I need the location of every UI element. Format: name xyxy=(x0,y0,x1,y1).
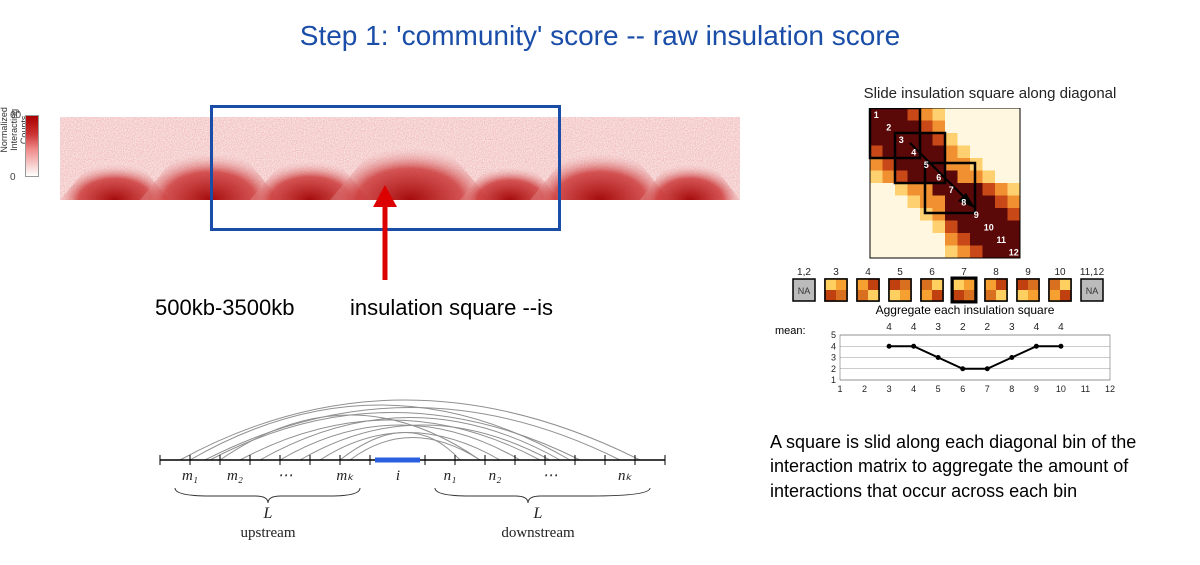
range-label: 500kb-3500kb xyxy=(155,295,294,321)
colorbar xyxy=(25,115,39,177)
mean-chart: 44322344 54321 123456789101112 xyxy=(815,320,1120,410)
svg-text:11,12: 11,12 xyxy=(1080,267,1105,278)
svg-text:7: 7 xyxy=(961,267,967,278)
svg-text:4: 4 xyxy=(865,267,871,278)
svg-text:7: 7 xyxy=(985,384,990,394)
svg-text:6: 6 xyxy=(929,267,935,278)
svg-text:10: 10 xyxy=(1056,384,1066,394)
svg-text:8: 8 xyxy=(993,267,999,278)
svg-text:1: 1 xyxy=(837,384,842,394)
arc-L-right: L xyxy=(533,505,543,522)
svg-text:9: 9 xyxy=(1034,384,1039,394)
arc-lbl-m2: m₂ xyxy=(227,468,243,484)
svg-text:4: 4 xyxy=(911,384,916,394)
arc-L-left: L xyxy=(263,505,273,522)
svg-text:1: 1 xyxy=(874,110,879,120)
svg-text:6: 6 xyxy=(936,173,941,183)
svg-text:5: 5 xyxy=(936,384,941,394)
mean-label: mean: xyxy=(775,325,806,337)
insulation-matrix: 123456789101112 xyxy=(830,108,1060,263)
arc-lbl-m1: m₁ xyxy=(182,468,198,484)
svg-text:10: 10 xyxy=(984,223,994,233)
svg-text:3: 3 xyxy=(1009,322,1015,333)
svg-text:5: 5 xyxy=(831,330,836,340)
svg-text:12: 12 xyxy=(1009,248,1019,258)
slide-title: Step 1: 'community' score -- raw insulat… xyxy=(0,20,1200,52)
svg-text:4: 4 xyxy=(1058,322,1064,333)
agg-subtitle: Aggregate each insulation square xyxy=(800,303,1130,317)
svg-text:8: 8 xyxy=(1009,384,1014,394)
arc-upstream: upstream xyxy=(241,525,296,540)
svg-text:5: 5 xyxy=(924,160,929,170)
arcs-diagram: m₁ m₂ ⋯ mₖ i n₁ n₂ ⋯ nₖ L L upstream dow… xyxy=(150,370,710,540)
svg-text:3: 3 xyxy=(831,353,836,363)
arc-lbl-n1: n₁ xyxy=(444,468,457,484)
svg-text:10: 10 xyxy=(1054,267,1066,278)
svg-text:2: 2 xyxy=(831,364,836,374)
arc-lbl-mk: mₖ xyxy=(336,468,354,484)
svg-text:3: 3 xyxy=(899,135,904,145)
svg-text:11: 11 xyxy=(1081,384,1090,394)
svg-text:4: 4 xyxy=(911,322,917,333)
arc-lbl-nk: nₖ xyxy=(618,468,633,484)
arc-lbl-mdots: ⋯ xyxy=(278,468,293,484)
svg-text:1,2: 1,2 xyxy=(797,267,811,278)
svg-text:NA: NA xyxy=(1086,286,1099,296)
arc-downstream: downstream xyxy=(501,525,575,540)
svg-text:3: 3 xyxy=(935,322,941,333)
svg-text:8: 8 xyxy=(961,198,966,208)
arc-lbl-n2: n₂ xyxy=(489,468,502,484)
svg-text:2: 2 xyxy=(862,384,867,394)
colorbar-max: 60 xyxy=(10,110,21,121)
svg-text:5: 5 xyxy=(897,267,903,278)
svg-text:12: 12 xyxy=(1105,384,1115,394)
colorbar-min: 0 xyxy=(10,172,16,183)
arc-lbl-i: i xyxy=(396,468,400,484)
svg-text:2: 2 xyxy=(886,123,891,133)
svg-text:11: 11 xyxy=(996,235,1006,245)
svg-text:3: 3 xyxy=(887,384,892,394)
agg-labels-row: 1,2 3 4 5 6 7 8 9 10 11,12 NA NA xyxy=(775,265,1130,308)
svg-text:9: 9 xyxy=(974,210,979,220)
svg-text:3: 3 xyxy=(833,267,839,278)
arc-lbl-ndots: ⋯ xyxy=(543,468,558,484)
insulation-square-label: insulation square --is xyxy=(350,295,553,321)
svg-text:1: 1 xyxy=(831,375,836,385)
svg-text:4: 4 xyxy=(886,322,892,333)
description-text: A square is slid along each diagonal bin… xyxy=(770,430,1190,503)
svg-text:NA: NA xyxy=(798,286,811,296)
slide-square-title: Slide insulation square along diagonal xyxy=(800,85,1180,102)
insulation-arrow-icon xyxy=(370,185,400,285)
svg-text:4: 4 xyxy=(1034,322,1040,333)
svg-text:2: 2 xyxy=(984,322,990,333)
svg-text:4: 4 xyxy=(831,341,836,351)
svg-text:2: 2 xyxy=(960,322,966,333)
svg-text:4: 4 xyxy=(911,148,916,158)
svg-text:7: 7 xyxy=(949,185,954,195)
svg-text:9: 9 xyxy=(1025,267,1031,278)
svg-text:6: 6 xyxy=(960,384,965,394)
